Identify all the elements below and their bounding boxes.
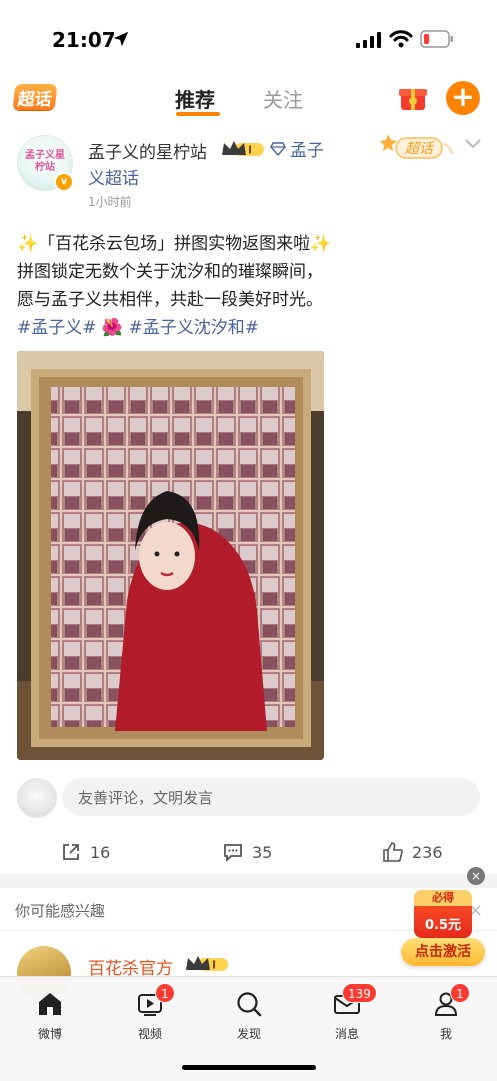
post-image[interactable] (17, 351, 324, 760)
topic-link-part2[interactable]: 义超话 (88, 164, 139, 189)
level-badge-text: I (248, 144, 252, 157)
share-count: 16 (90, 842, 111, 862)
post-text-line-3: 愿与孟子义共相伴，共赴一段美好时光。 (17, 290, 323, 310)
comment-icon (224, 844, 242, 863)
post-card[interactable]: 孟子义星柠站 v 孟子义的星柠站 I 孟子 义超话 1小时前 超话 ✨「百花杀云… (0, 126, 497, 874)
tab-label: 微博 (37, 1027, 62, 1041)
tab-label: 消息 (334, 1027, 359, 1041)
wifi-icon (389, 30, 413, 48)
activate-button[interactable]: 点击激活 (401, 938, 485, 966)
chaohua-sticker-text: 超话 (405, 141, 435, 157)
tab-label: 我 (439, 1027, 452, 1041)
red-packet-gift-icon[interactable] (398, 84, 428, 112)
comment-button[interactable]: 35 (222, 840, 272, 864)
compose-plus-button[interactable]: + (446, 81, 480, 115)
verified-badge-icon: v (54, 172, 74, 192)
post-hashtags: #孟子义# 🌺 #孟子义沈汐和# (17, 314, 487, 342)
diamond-icon (270, 142, 286, 156)
post-timestamp: 1小时前 (88, 195, 132, 209)
hashtag-link[interactable]: #孟子义沈汐和# (128, 318, 259, 338)
comment-placeholder: 友善评论，文明发言 (78, 789, 214, 807)
battery-low-icon (420, 30, 453, 48)
sparkle-icon: ✨ (17, 234, 39, 254)
home-icon (39, 993, 61, 1015)
location-arrow-icon (113, 31, 129, 47)
suggestions-title: 你可能感兴趣 (15, 902, 106, 920)
tab-messages[interactable]: 139 消息 (317, 983, 377, 1042)
post-text-line-1-content: 「百花杀云包场」拼图实物返图来啦 (38, 234, 311, 254)
notification-badge: 1 (155, 983, 175, 1003)
post-text: ✨「百花杀云包场」拼图实物返图来啦✨ 拼图锁定无数个关于沈汐和的璀璨瞬间， 愿与… (17, 230, 487, 342)
sparkle-icon: ✨ (310, 234, 332, 254)
cellular-signal-icon (356, 32, 381, 48)
hibiscus-emoji-icon: 🌺 (101, 318, 124, 338)
red-packet-tag: 必得 (414, 890, 472, 906)
tab-discover[interactable]: 发现 (219, 989, 279, 1042)
search-icon (237, 992, 262, 1017)
tab-video[interactable]: 1 视频 (120, 983, 180, 1042)
home-indicator (182, 1065, 316, 1070)
tab-me[interactable]: 1 我 (416, 983, 476, 1042)
comment-input[interactable]: 友善评论，文明发言 (62, 778, 480, 816)
red-packet-widget[interactable]: 必得 0.5元 (414, 890, 472, 938)
tab-weibo-home[interactable]: 微博 (20, 989, 80, 1042)
red-packet-amount: 0.5元 (424, 918, 462, 933)
notification-badge: 1 (450, 983, 470, 1003)
tab-label: 发现 (236, 1027, 261, 1041)
crown-level-badge-icon: I (222, 141, 264, 157)
red-packet-close-icon[interactable]: × (467, 867, 485, 885)
author-name[interactable]: 孟子义的星柠站 (88, 138, 207, 163)
topic-link-part1[interactable]: 孟子 (290, 136, 324, 161)
like-count: 236 (412, 842, 443, 862)
comment-count: 35 (252, 842, 273, 862)
chaohua-sticker-icon: 超话 (380, 134, 453, 159)
tab-recommend[interactable]: 推荐 (175, 84, 215, 113)
top-navigation: 超话 推荐 关注 + (0, 78, 497, 126)
avatar-logo-text: 孟子义星柠站 (25, 150, 65, 173)
user-avatar (17, 778, 57, 818)
chaohua-logo[interactable]: 超话 (12, 84, 58, 110)
puzzle-frame-illustration (17, 351, 324, 760)
tab-follow[interactable]: 关注 (263, 84, 303, 113)
active-tab-indicator (176, 112, 220, 116)
post-text-line-2: 拼图锁定无数个关于沈汐和的璀璨瞬间， (17, 262, 323, 282)
notification-badge: 139 (342, 983, 377, 1003)
level-badge-text: I (212, 959, 216, 972)
like-button[interactable]: 236 (382, 840, 443, 864)
chevron-down-icon[interactable] (464, 138, 482, 150)
status-time: 21:07 (52, 28, 116, 52)
status-bar: 21:07 (0, 0, 497, 78)
post-text-line-1: ✨「百花杀云包场」拼图实物返图来啦✨ (17, 230, 487, 258)
tab-label: 视频 (137, 1027, 162, 1041)
share-icon (63, 844, 79, 860)
crown-level-badge-icon: I (186, 956, 228, 972)
share-button[interactable]: 16 (60, 840, 110, 864)
hashtag-link[interactable]: #孟子义# (17, 318, 97, 338)
thumbs-up-icon (383, 842, 403, 862)
